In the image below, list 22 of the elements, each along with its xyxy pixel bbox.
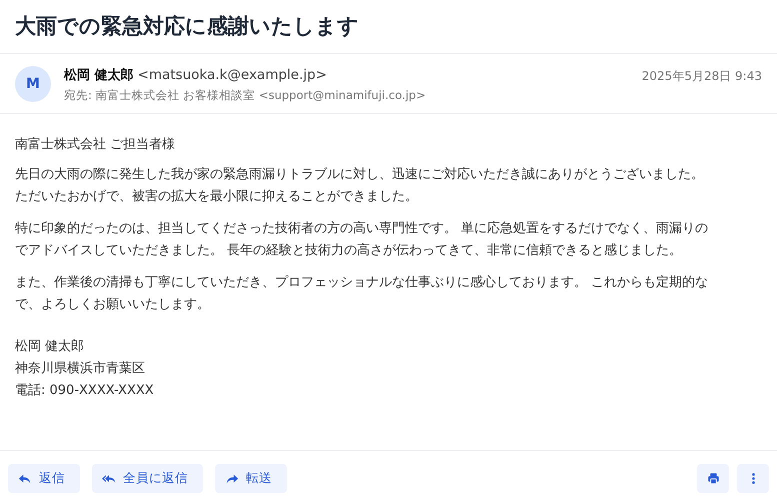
signature-line: 神奈川県横浜市青葉区 [15,360,146,378]
sender-name: 松岡 健太郎 [64,68,134,83]
reply-all-button[interactable]: 全員に返信 [92,464,203,493]
greeting: 南富士株式会社 ご担当者様 [15,136,176,154]
email-subject: 大雨での緊急対応に感謝いたします [0,0,777,54]
sender-email: <matsuoka.k@example.jp> [138,67,327,83]
body-text: また、作業後の清掃も丁寧にしていただき、プロフェッショナルな仕事ぶりに感心しております。 これからも定期的な [15,274,710,292]
body-text: 先日の大雨の際に発生した我が家の緊急雨漏りトラブルに対し、迅速にご対応いただき誠にありがとうございました。 [15,166,705,184]
forward-button[interactable]: 転送 [215,464,287,493]
body-text: でアドバイスしていただきました。 長年の経験と技術力の高さが伝わってきて、非常に信頼できると感じました。 [15,242,684,260]
signature-line: 電話: 090-XXXX-XXXX [15,382,155,400]
email-date: 2025年5月28日 9:43 [642,68,762,85]
reply-button[interactable]: 返信 [8,464,80,493]
reply-icon [18,472,32,486]
print-button[interactable] [697,464,729,493]
recipient: 宛先: 南富士株式会社 お客様相談室 <support@minamifuji.co.jp> [64,88,427,103]
printer-icon [706,472,720,485]
body-text: で、よろしくお願いいたします。 [15,296,211,314]
body-text: 特に印象的だったのは、担当してくださった技術者の方の高い専門性です。 単に応急処置をするだけでなく、雨漏りの [15,220,710,238]
body-text: ただいたおかげで、被害の拡大を最小限に抑えることができました。 [15,188,419,206]
avatar: M [15,66,51,102]
signature-line: 松岡 健太郎 [15,338,86,356]
